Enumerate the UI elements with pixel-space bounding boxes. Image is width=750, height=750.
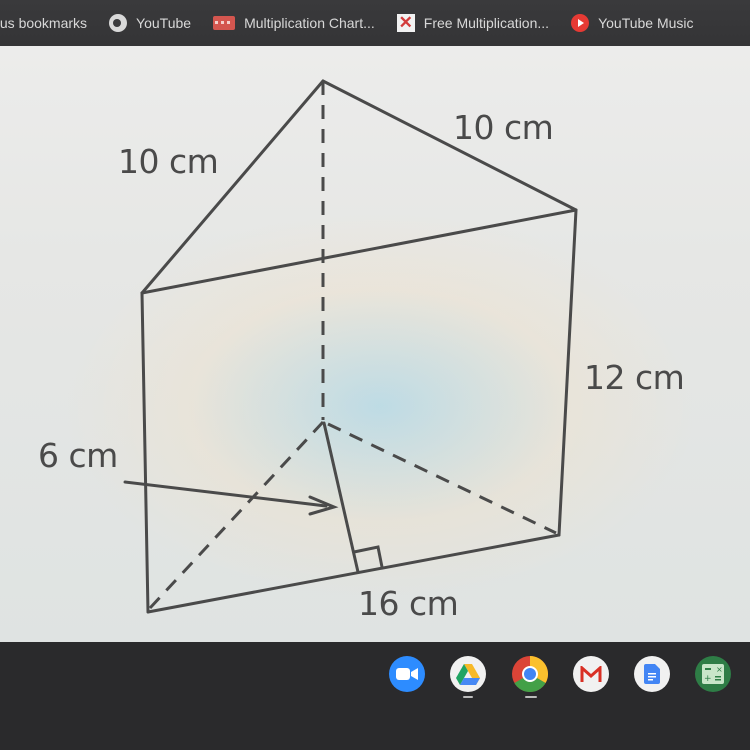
svg-text:×: × bbox=[716, 665, 723, 674]
bookmark-label: YouTube Music bbox=[598, 15, 694, 31]
label-prism-length: 12 cm bbox=[584, 358, 685, 397]
prism-diagram bbox=[123, 79, 578, 614]
drive-icon bbox=[456, 663, 480, 685]
taskbar-docs[interactable] bbox=[634, 656, 670, 692]
bookmark-label: Multiplication Chart... bbox=[244, 15, 375, 31]
youtube-music-icon bbox=[571, 14, 590, 32]
diagram-area: 10 cm 10 cm 12 cm 6 cm 16 cm bbox=[0, 46, 750, 642]
label-slant-right: 10 cm bbox=[453, 108, 554, 147]
taskbar-zoom[interactable] bbox=[389, 656, 425, 692]
bookmark-folder[interactable]: .us bookmarks bbox=[0, 15, 87, 31]
multiplication-chart-icon bbox=[213, 16, 236, 30]
bookmarks-bar: .us bookmarks YouTube Multiplication Cha… bbox=[0, 0, 750, 46]
bookmark-label: .us bookmarks bbox=[0, 15, 88, 31]
height-line bbox=[322, 421, 360, 574]
bookmark-free-multiplication[interactable]: ✕ Free Multiplication... bbox=[396, 13, 550, 32]
edge-right-vertical bbox=[557, 208, 578, 537]
taskbar-chrome[interactable] bbox=[512, 656, 548, 692]
bookmark-label: YouTube bbox=[136, 15, 192, 31]
height-arrow-line bbox=[123, 480, 328, 508]
bookmark-youtube-music[interactable]: YouTube Music bbox=[571, 14, 694, 32]
drive-active-indicator bbox=[463, 696, 473, 698]
taskbar-gmail[interactable] bbox=[573, 656, 609, 692]
gmail-icon bbox=[580, 666, 602, 682]
edge-bottom-left-hidden bbox=[148, 420, 325, 610]
edge-left-vertical bbox=[140, 291, 150, 614]
bookmark-multiplication-chart[interactable]: Multiplication Chart... bbox=[213, 15, 375, 31]
chrome-icon bbox=[514, 656, 548, 692]
edge-top-left bbox=[140, 79, 325, 295]
bookmark-youtube[interactable]: YouTube bbox=[109, 14, 191, 32]
taskbar: × + bbox=[0, 642, 750, 750]
bookmark-label: Free Multiplication... bbox=[423, 15, 550, 31]
label-triangle-height: 6 cm bbox=[38, 436, 118, 475]
right-angle-marker bbox=[352, 545, 384, 569]
label-slant-left: 10 cm bbox=[118, 142, 219, 181]
label-triangle-base: 16 cm bbox=[358, 584, 459, 623]
chrome-active-indicator bbox=[525, 696, 537, 698]
globe-icon bbox=[109, 14, 128, 32]
edge-bottom-right-hidden bbox=[327, 422, 557, 535]
calculator-icon: ×+ bbox=[702, 664, 724, 684]
edge-top-front bbox=[140, 208, 578, 295]
docs-icon bbox=[644, 664, 660, 684]
svg-text:+: + bbox=[704, 674, 712, 684]
taskbar-calculator[interactable]: × + bbox=[695, 656, 731, 692]
red-x-icon: ✕ bbox=[396, 13, 415, 32]
zoom-camera-icon bbox=[396, 668, 418, 680]
taskbar-drive[interactable] bbox=[450, 656, 486, 692]
